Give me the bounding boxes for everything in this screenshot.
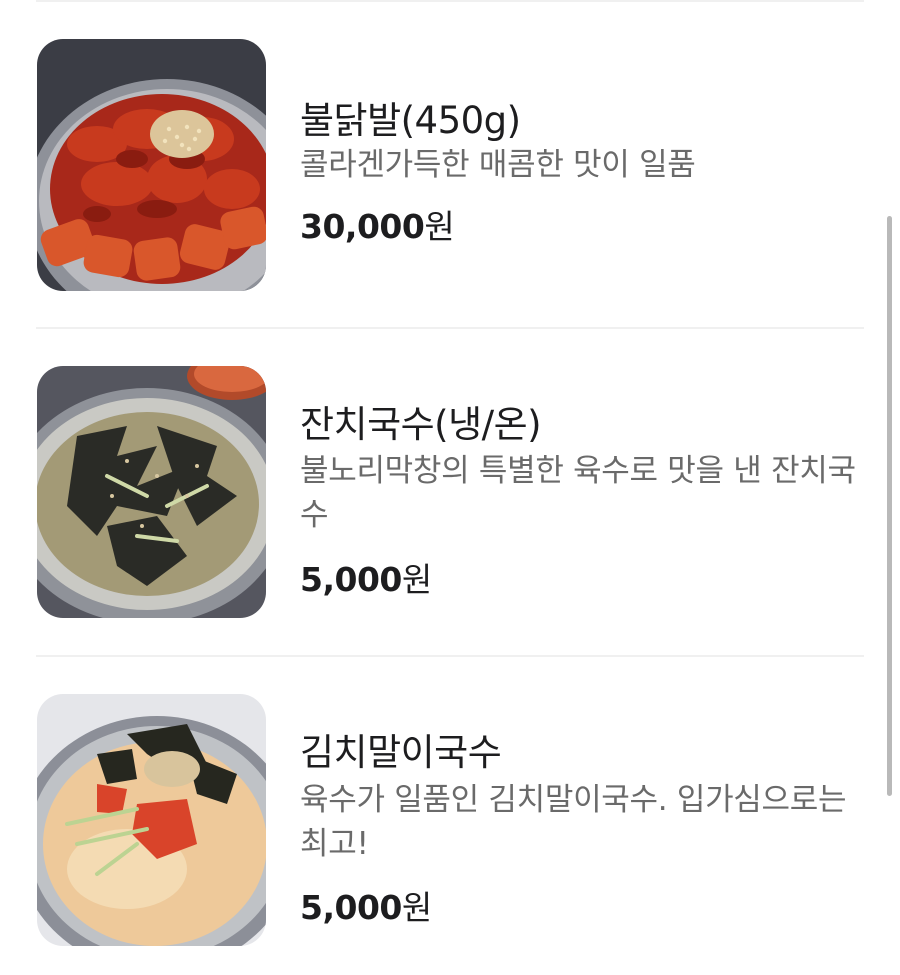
menu-item-kimchi-noodles[interactable]: 김치말이국수 육수가 일품인 김치말이국수. 입가심으로는 최고! 5,000원 [0, 656, 900, 975]
menu-item-price: 5,000원 [300, 553, 432, 601]
banquet-noodles-photo [37, 366, 266, 618]
price-currency: 원 [424, 207, 455, 246]
menu-item-photo [37, 39, 266, 291]
price-value: 30,000 [300, 207, 425, 246]
spicy-chicken-feet-photo [37, 39, 266, 291]
menu-list-page: 불닭발(450g) 콜라겐가득한 매콤한 맛이 일품 30,000원 잔치국수(… [0, 0, 900, 975]
menu-item-banquet-noodles[interactable]: 잔치국수(냉/온) 불노리막창의 특별한 육수로 맛을 낸 잔치국수 5,000… [0, 328, 900, 656]
menu-item-name: 불닭발(450g) [300, 99, 521, 142]
menu-item-photo [37, 694, 266, 946]
vertical-scrollbar[interactable] [887, 216, 892, 796]
price-value: 5,000 [300, 560, 402, 599]
menu-item-description: 불노리막창의 특별한 육수로 맛을 낸 잔치국수 [300, 453, 856, 533]
menu-item-description: 콜라겐가득한 매콤한 맛이 일품 [300, 147, 696, 183]
menu-item-description: 육수가 일품인 김치말이국수. 입가심으로는 최고! [300, 782, 847, 862]
menu-item-name: 김치말이국수 [300, 731, 502, 774]
price-currency: 원 [401, 888, 432, 927]
kimchi-noodles-photo [37, 694, 266, 946]
menu-item-spicy-chicken-feet[interactable]: 불닭발(450g) 콜라겐가득한 매콤한 맛이 일품 30,000원 [0, 0, 900, 328]
menu-item-price: 5,000원 [300, 881, 432, 929]
menu-item-price: 30,000원 [300, 200, 455, 248]
price-currency: 원 [401, 560, 432, 599]
menu-item-name: 잔치국수(냉/온) [300, 403, 542, 446]
menu-item-photo [37, 366, 266, 618]
price-value: 5,000 [300, 888, 402, 927]
